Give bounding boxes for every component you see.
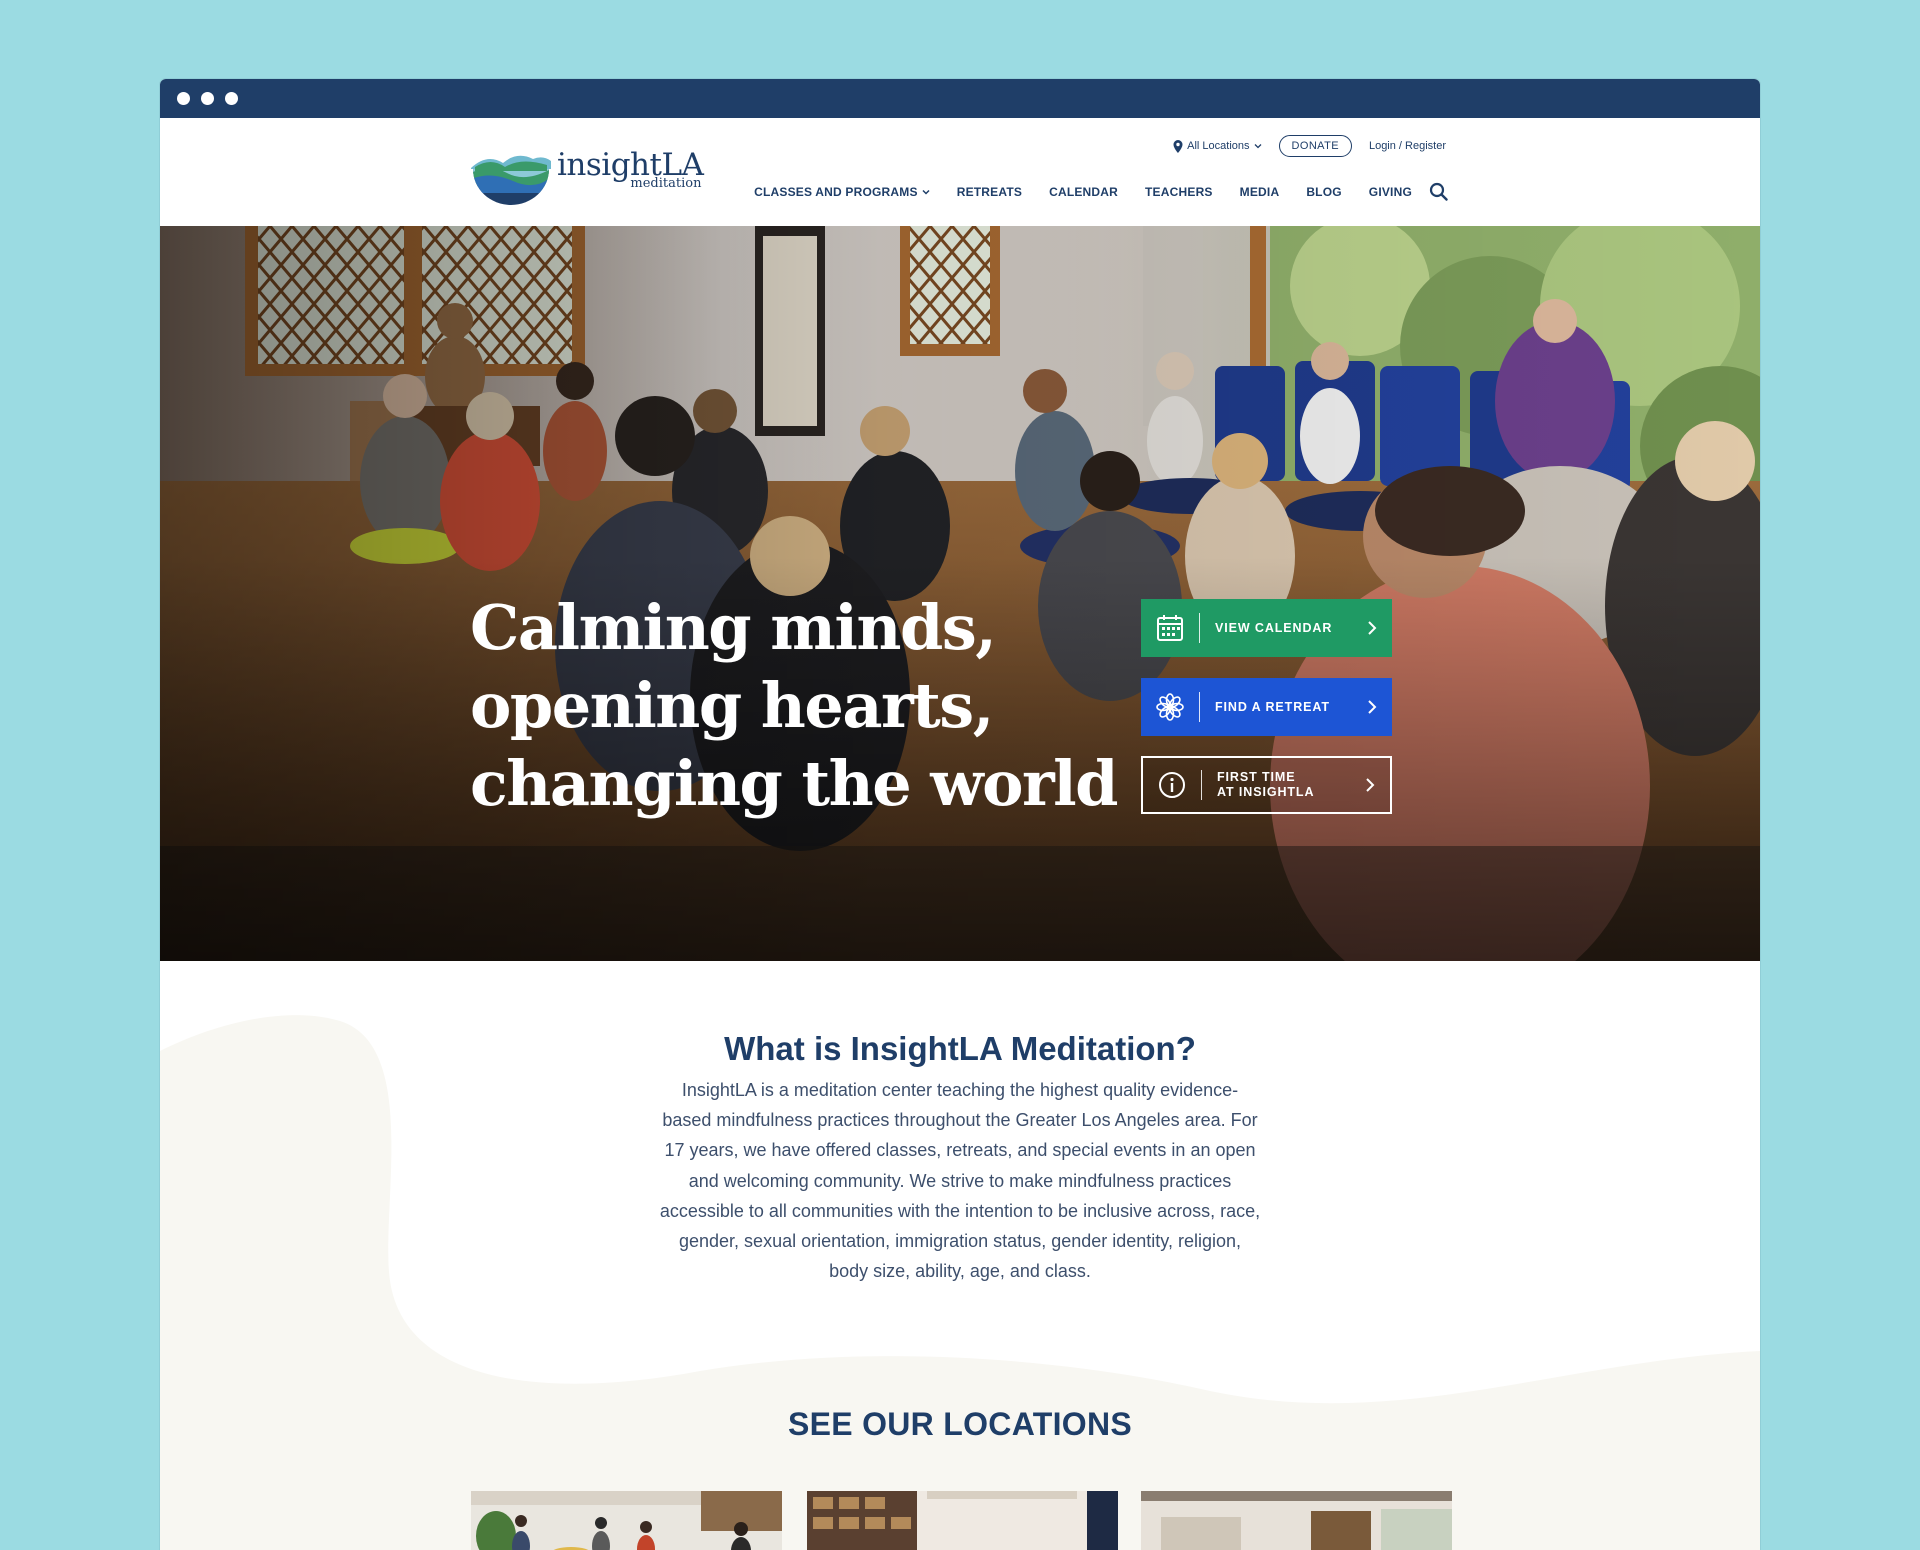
location-selector[interactable]: All Locations — [1173, 139, 1261, 153]
about-title: What is InsightLA Meditation? — [724, 1030, 1196, 1067]
map-pin-icon — [1173, 139, 1183, 153]
first-time-label-line: FIRST TIME — [1217, 770, 1296, 784]
utility-nav: All Locations DONATE Login / Register — [1173, 135, 1446, 157]
calendar-icon — [1141, 599, 1199, 657]
window-dot[interactable] — [225, 92, 238, 105]
first-time-button[interactable]: FIRST TIME AT INSIGHTLA — [1141, 756, 1392, 814]
nav-giving[interactable]: GIVING — [1369, 185, 1412, 199]
info-icon — [1143, 756, 1201, 814]
location-selector-label: All Locations — [1187, 140, 1250, 152]
location-photo — [471, 1491, 782, 1550]
hero-headline-line: Calming minds, — [470, 591, 997, 664]
hero-section: Calming minds, opening hearts, changing … — [160, 226, 1760, 961]
main-nav: CLASSES AND PROGRAMS RETREATS CALENDAR T… — [754, 182, 1448, 201]
site-header: insightLA meditation All Locations DONAT… — [160, 118, 1760, 226]
find-a-retreat-button[interactable]: FIND A RETREAT — [1141, 678, 1392, 736]
location-card[interactable] — [1141, 1491, 1452, 1550]
about-description: InsightLA is a meditation center teachin… — [659, 1080, 1261, 1282]
nav-item-label: CLASSES AND PROGRAMS — [754, 184, 918, 199]
hero-headline: Calming minds, opening hearts, changing … — [470, 589, 1119, 823]
location-card[interactable] — [471, 1491, 782, 1550]
location-photo — [1141, 1491, 1452, 1550]
chevron-down-icon — [1254, 144, 1261, 149]
view-calendar-label: VIEW CALENDAR — [1215, 620, 1333, 635]
chevron-down-icon — [922, 189, 930, 195]
chevron-right-icon — [1350, 777, 1390, 793]
nav-classes-and-programs[interactable]: CLASSES AND PROGRAMS — [754, 185, 930, 199]
browser-titlebar — [160, 79, 1760, 118]
nav-blog[interactable]: BLOG — [1306, 185, 1341, 199]
nav-teachers[interactable]: TEACHERS — [1145, 185, 1213, 199]
hero-headline-line: opening hearts, — [470, 669, 994, 742]
browser-window: insightLA meditation All Locations DONAT… — [160, 79, 1760, 1550]
donate-button[interactable]: DONATE — [1278, 135, 1352, 157]
chevron-right-icon — [1352, 620, 1392, 636]
location-photo — [807, 1491, 1118, 1550]
hero-headline-line: changing the world — [470, 747, 1119, 820]
about-section: What is InsightLA Meditation? InsightLA … — [160, 961, 1760, 1550]
site-logo[interactable]: insightLA meditation — [471, 147, 704, 205]
nav-calendar[interactable]: CALENDAR — [1049, 185, 1118, 199]
window-dot[interactable] — [201, 92, 214, 105]
locations-title: SEE OUR LOCATIONS — [787, 1406, 1133, 1442]
search-icon[interactable] — [1429, 182, 1448, 201]
location-card[interactable] — [807, 1491, 1118, 1550]
nav-retreats[interactable]: RETREATS — [957, 185, 1022, 199]
window-dot[interactable] — [177, 92, 190, 105]
logo-mark-icon — [471, 155, 551, 205]
first-time-label: FIRST TIME AT INSIGHTLA — [1202, 770, 1350, 800]
view-calendar-button[interactable]: VIEW CALENDAR — [1141, 599, 1392, 657]
find-a-retreat-label: FIND A RETREAT — [1215, 699, 1330, 714]
first-time-label-line: AT INSIGHTLA — [1217, 785, 1315, 799]
nav-media[interactable]: MEDIA — [1240, 185, 1280, 199]
login-register-link[interactable]: Login / Register — [1369, 140, 1446, 152]
chevron-right-icon — [1352, 699, 1392, 715]
lotus-icon — [1141, 678, 1199, 736]
